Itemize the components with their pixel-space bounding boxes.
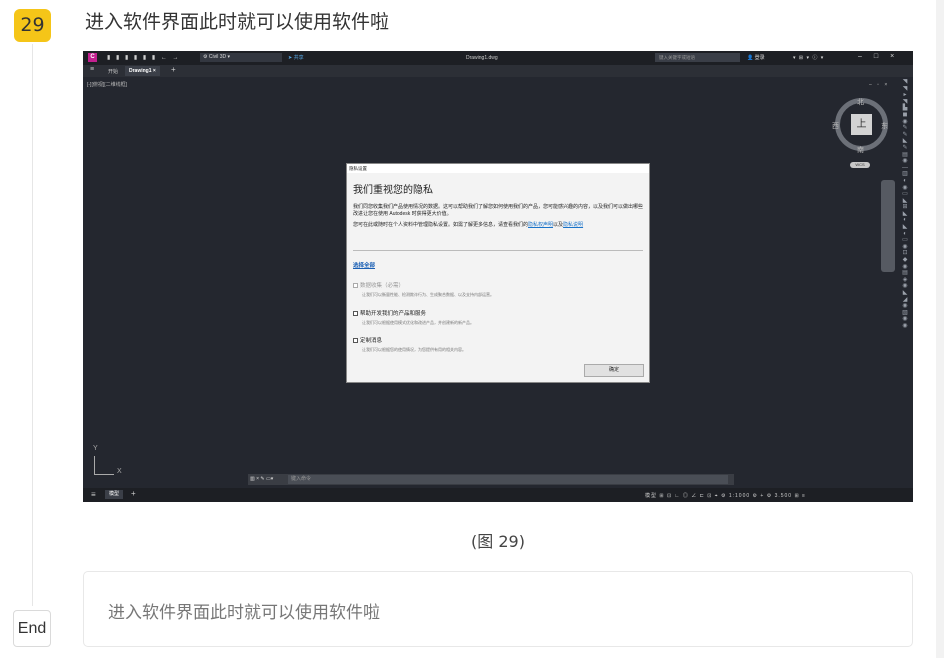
figure-caption: (图 29) — [471, 532, 525, 551]
help-icons[interactable]: ▾ ⊞ ▾ ⓘ ▾ — [793, 54, 824, 61]
custom-messages-label: 定制消息 — [360, 338, 383, 344]
tab-start[interactable]: 开始 — [108, 68, 118, 75]
select-all-link[interactable]: 选择全部 — [353, 261, 375, 269]
note-box: 进入软件界面此时就可以使用软件啦 — [83, 571, 913, 647]
window-controls[interactable]: –□× — [858, 53, 906, 60]
document-tab-bar: ≡ 开始 Drawing1 × + — [83, 65, 913, 77]
share-label: 共享 — [293, 55, 304, 61]
custom-messages-checkbox[interactable] — [353, 338, 358, 344]
app-titlebar: C ▮ ▮ ▮ ▮ ▮ ▮ ← → ⚙ Civil 3D ▾ ➤ 共享 Draw… — [83, 51, 913, 65]
end-badge: End — [13, 610, 51, 647]
viewcube-north[interactable]: 北 — [857, 97, 864, 107]
model-tab[interactable]: 模型 — [105, 490, 124, 499]
data-collection-checkbox — [353, 283, 358, 289]
dialog-settings-text: 您可在此或随时在个人资料中管理隐私设置。如需了解更多信息，请查看我们的隐私权声明… — [353, 222, 645, 229]
document-title: Drawing1.dwg — [466, 55, 498, 61]
menu-icon[interactable]: ≡ — [90, 66, 94, 73]
right-toolbar[interactable]: ◥ ◥ ▸ ◥ ▙ ◼ ◉ ✎ ✎ ◣ ✎ ▤ ◉ — ▥ ◐ ◉ ▭ ◣ ⊞ ◣ ◐ ◣ ◐ ▭ ◉ ⊡ ◆ ◉ ▤ ◈ ◉ ◣ ◢ ◉ ▧ ◉ ◉ — [899, 79, 911, 349]
viewcube-east[interactable]: 东 — [881, 121, 888, 131]
ucs-x-label: X — [117, 468, 122, 475]
product-development-checkbox[interactable] — [353, 311, 358, 317]
note-text: 进入软件界面此时就可以使用软件啦 — [108, 603, 380, 623]
navigation-bar[interactable] — [881, 180, 895, 272]
option-product-development[interactable]: 帮助开发我们的产品和服务 — [353, 309, 426, 317]
viewcube-west[interactable]: 西 — [832, 121, 839, 131]
command-input[interactable]: 键入命令 — [288, 475, 728, 484]
viewport-controls[interactable]: – ▫ × — [869, 82, 889, 88]
wcs-menu[interactable]: WCS — [850, 162, 870, 168]
privacy-notes-link[interactable]: 隐私说明 — [563, 222, 583, 228]
viewport-label[interactable]: [-][俯视][二维线框] — [87, 81, 127, 88]
new-tab-button[interactable]: + — [171, 65, 176, 74]
data-collection-label: 数据收集（必需） — [360, 283, 405, 289]
layout-menu-icon[interactable]: ≡ — [91, 490, 96, 499]
screenshot-image: C ▮ ▮ ▮ ▮ ▮ ▮ ← → ⚙ Civil 3D ▾ ➤ 共享 Draw… — [83, 51, 913, 502]
status-bar: ≡ 模型 + 模型 ⊞ ⊡ ∟ ◎ ∠ ⊏ ⊡ ⌖ ⚙ 1:1000 ⚙ + ⚙… — [83, 488, 913, 502]
product-development-label: 帮助开发我们的产品和服务 — [360, 311, 427, 317]
viewcube-south[interactable]: 南 — [857, 145, 864, 155]
search-input[interactable]: 键入关键字或短语 — [655, 53, 740, 62]
page-scrollbar[interactable] — [936, 0, 944, 658]
login-button[interactable]: 👤 登录 — [747, 54, 765, 61]
status-tools[interactable]: 模型 ⊞ ⊡ ∟ ◎ ∠ ⊏ ⊡ ⌖ ⚙ 1:1000 ⚙ + ⚙ 3.500 … — [645, 492, 806, 499]
quick-access-toolbar[interactable]: ▮ ▮ ▮ ▮ ▮ ▮ ← → — [107, 54, 180, 61]
dialog-divider — [353, 250, 643, 251]
command-line-buttons[interactable]: ▥ × ✎ ▭▾ — [250, 476, 273, 482]
ucs-y-label: Y — [93, 445, 98, 452]
custom-messages-desc: 让我们可以根据您的使用情况，为您提供有用的相关内容。 — [362, 347, 466, 352]
step-title: 进入软件界面此时就可以使用软件啦 — [85, 11, 390, 33]
share-button[interactable]: ➤ 共享 — [288, 54, 304, 61]
dialog-heading: 我们重视您的隐私 — [353, 185, 433, 196]
viewcube-top-face[interactable]: 上 — [851, 114, 872, 135]
tab-drawing1[interactable]: Drawing1 × — [125, 66, 160, 76]
ok-button[interactable]: 确定 — [584, 364, 644, 377]
dialog-intro-text: 我们同您收集我们产品使用情况的数据。这可以帮助我们了解您如何使用我们的产品，您可… — [353, 204, 644, 217]
add-layout-button[interactable]: + — [131, 489, 136, 498]
option-custom-messages[interactable]: 定制消息 — [353, 336, 382, 344]
step-number-badge: 29 — [14, 9, 51, 42]
timeline-line — [32, 44, 33, 606]
privacy-statement-link[interactable]: 隐私权声明 — [528, 222, 553, 228]
privacy-dialog: 隐私设置 我们重视您的隐私 我们同您收集我们产品使用情况的数据。这可以帮助我们了… — [346, 163, 650, 383]
login-label: 登录 — [754, 55, 765, 61]
ucs-x-axis — [94, 474, 114, 475]
ucs-y-axis — [94, 456, 95, 474]
tab-drawing1-label: Drawing1 — [129, 68, 152, 74]
dialog-settings-text-b: 以及 — [553, 222, 564, 228]
data-collection-desc: 让我们可以衡量性能、检测欺诈行为、生成聚合数据、以及支持内部运营。 — [362, 292, 494, 297]
app-logo: C — [88, 53, 97, 62]
dialog-titlebar: 隐私设置 — [347, 164, 649, 173]
workspace-label: Civil 3D — [208, 54, 227, 60]
command-line: ▥ × ✎ ▭▾ 键入命令 — [248, 474, 734, 485]
option-data-collection: 数据收集（必需） — [353, 281, 404, 289]
dialog-settings-text-a: 您可在此或随时在个人资料中管理隐私设置。如需了解更多信息，请查看我们的 — [353, 222, 529, 228]
workspace-dropdown[interactable]: ⚙ Civil 3D ▾ — [200, 53, 282, 62]
product-development-desc: 让我们可以根据使用模式优化和改进产品，并创建新的新产品。 — [362, 320, 474, 325]
